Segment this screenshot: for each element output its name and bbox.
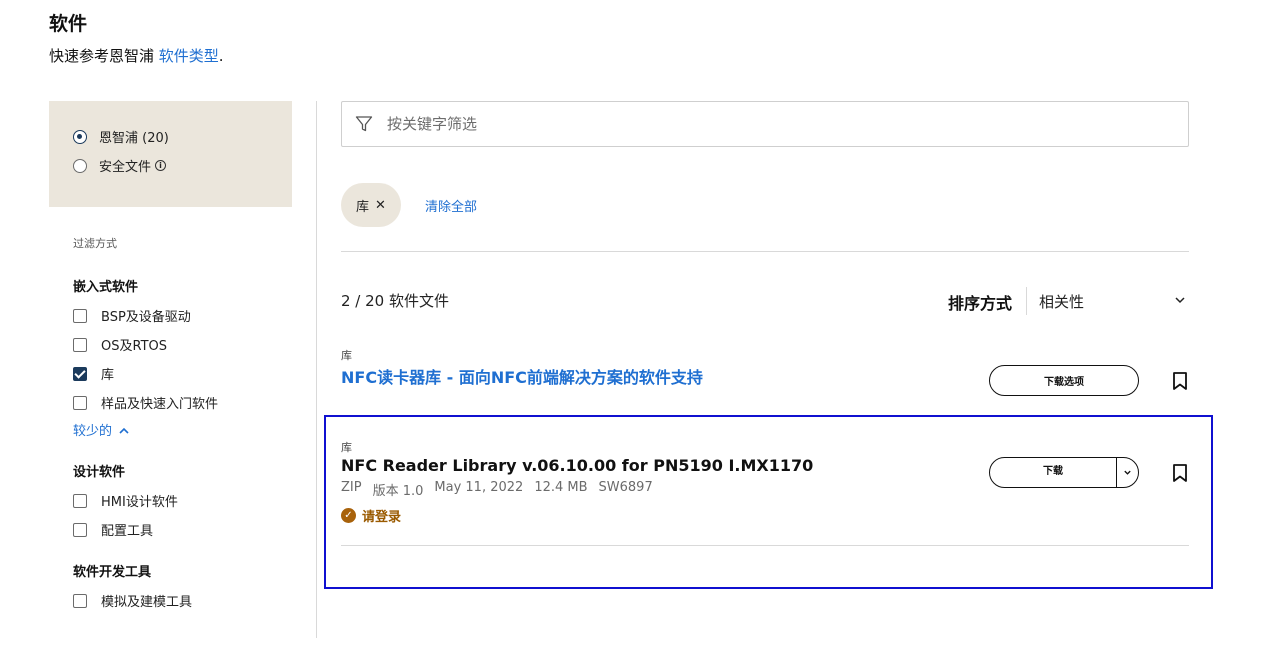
sidebar-divider <box>316 101 317 638</box>
results-count: 2 / 20 软件文件 <box>341 292 449 310</box>
radio-button[interactable] <box>73 158 87 173</box>
radio-secure-files[interactable]: 安全文件 i <box>73 156 167 175</box>
filter-icon <box>355 116 373 132</box>
page-subtitle: 快速参考恩智浦 软件类型. <box>49 45 224 66</box>
download-options-button[interactable]: 下载选项 <box>989 365 1139 396</box>
group-design-software: 设计软件 <box>73 465 126 480</box>
result-title-link[interactable]: NFC读卡器库 - 面向NFC前端解决方案的软件支持 <box>341 364 703 388</box>
page-title: 软件 <box>49 13 88 35</box>
highlight-box <box>324 415 1213 589</box>
active-filter-chip[interactable]: 库 ✕ <box>341 183 401 227</box>
sort-select[interactable]: 相关性 <box>1039 291 1084 312</box>
sort-separator <box>1026 287 1027 315</box>
filter-config-tools[interactable]: 配置工具 <box>73 520 153 539</box>
clear-all-link[interactable]: 清除全部 <box>425 196 477 215</box>
sort-label: 排序方式 <box>948 294 1013 313</box>
checkbox[interactable] <box>73 593 87 608</box>
chevron-up-icon <box>119 427 129 434</box>
checkbox-label: 配置工具 <box>101 524 154 539</box>
checkbox-label: 库 <box>101 368 115 383</box>
checkbox-label: HMI设计软件 <box>101 495 178 510</box>
checkbox[interactable] <box>73 395 87 410</box>
filter-os-rtos[interactable]: OS及RTOS <box>73 335 167 354</box>
bookmark-icon[interactable] <box>1171 371 1189 391</box>
keyword-filter-box[interactable] <box>341 101 1189 147</box>
checkbox[interactable] <box>73 308 87 323</box>
filter-samples[interactable]: 样品及快速入门软件 <box>73 393 218 412</box>
show-less-label: 较少的 <box>73 424 113 439</box>
checkbox-label: OS及RTOS <box>101 339 167 354</box>
show-less-link[interactable]: 较少的 <box>73 420 129 439</box>
filter-hmi[interactable]: HMI设计软件 <box>73 491 178 510</box>
subtitle-text: 快速参考恩智浦 <box>49 47 159 65</box>
software-types-link[interactable]: 软件类型 <box>159 47 219 65</box>
subtitle-suffix: . <box>218 47 224 65</box>
checkbox-label: 模拟及建模工具 <box>101 595 193 610</box>
info-icon[interactable]: i <box>155 160 167 171</box>
divider <box>341 251 1189 252</box>
filter-by-heading: 过滤方式 <box>73 237 117 250</box>
radio-nxp[interactable]: 恩智浦 (20) <box>73 127 169 146</box>
group-embedded-software: 嵌入式软件 <box>73 280 139 295</box>
keyword-filter-input[interactable] <box>387 115 1167 133</box>
radio-button-selected[interactable] <box>73 129 87 144</box>
filter-library[interactable]: 库 <box>73 364 114 383</box>
radio-label: 恩智浦 (20) <box>99 131 169 146</box>
checkbox[interactable] <box>73 337 87 352</box>
close-icon[interactable]: ✕ <box>375 198 386 213</box>
source-filter-box: 恩智浦 (20) 安全文件 i <box>49 101 292 207</box>
checkbox-label: 样品及快速入门软件 <box>101 397 219 412</box>
group-dev-tools: 软件开发工具 <box>73 565 152 580</box>
chip-label: 库 <box>356 199 370 215</box>
chevron-down-icon[interactable] <box>1174 294 1186 306</box>
checkbox-checked[interactable] <box>73 366 87 381</box>
filter-simulation[interactable]: 模拟及建模工具 <box>73 591 192 610</box>
result-type: 库 <box>341 349 352 362</box>
checkbox-label: BSP及设备驱动 <box>101 310 191 325</box>
filter-bsp[interactable]: BSP及设备驱动 <box>73 306 191 325</box>
checkbox[interactable] <box>73 522 87 537</box>
radio-label: 安全文件 <box>99 160 152 175</box>
checkbox[interactable] <box>73 493 87 508</box>
